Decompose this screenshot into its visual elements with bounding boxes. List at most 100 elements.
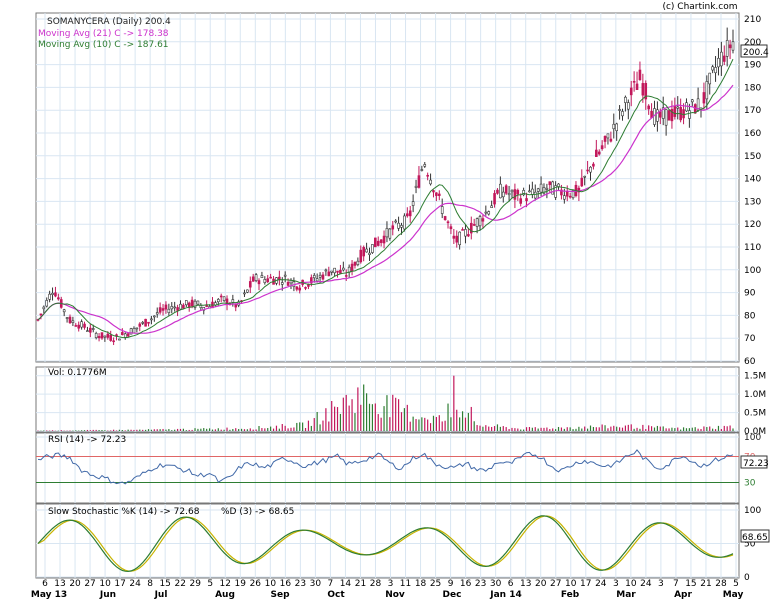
candle-body [455,235,459,243]
price-tick: 150 [744,152,761,162]
candle-body [440,206,444,214]
grid [35,12,740,579]
candle-body [91,328,95,330]
price-tick: 210 [744,15,761,25]
day-tick: 11 [400,579,411,589]
vol-tick: 1.5M [744,372,766,382]
candle-body [499,183,502,199]
candle-body [458,231,461,246]
price-tick: 90 [744,289,756,299]
day-tick: 7 [673,579,679,589]
candle-body [176,307,179,311]
candle-body [467,234,470,237]
rsi-value: 72.23 [743,459,769,469]
rsi-tick: 30 [744,479,756,489]
stock-chart: 6070809010011012013014015016017018019020… [31,2,770,600]
panel-frame [35,432,740,504]
day-tick: 29 [189,579,201,589]
candle-body [504,185,508,194]
candle-body [420,169,424,171]
candle-body [615,123,618,132]
candle-body [62,309,66,313]
candle-body [362,247,365,257]
month-tick: Oct [327,590,345,600]
candle-body [333,267,336,274]
candle-body [397,222,400,229]
candle-body [641,83,645,96]
candle-body [199,305,203,308]
day-tick: 16 [460,579,472,589]
candle-body [379,239,383,243]
candle-body [624,96,627,103]
day-tick: 3 [388,579,394,589]
candle-body [600,145,604,150]
candle-body [219,295,223,298]
price-tick: 120 [744,220,761,230]
candle-body [376,240,380,246]
price-tick: 180 [744,83,761,93]
candle-body [158,307,162,313]
candle-body [141,322,144,324]
candle-body [144,318,147,327]
day-tick: 26 [250,579,262,589]
candle-body [382,235,386,244]
candle-body [109,334,112,341]
candle-body [216,299,220,303]
candle-body [205,305,208,307]
candle-body [68,316,72,324]
day-tick: 20 [69,579,81,589]
candle-body [606,133,610,139]
candle-body [263,279,267,283]
price-tick: 60 [744,357,756,367]
candle-body [533,191,537,199]
candle-body [446,221,450,224]
candle-body [487,211,491,215]
candle-body [496,189,499,194]
candle-body [45,300,49,307]
price-tick: 100 [744,266,761,276]
day-tick: 12 [220,579,231,589]
candle-body [123,333,127,338]
candle-body [629,87,633,96]
day-tick: 30 [310,579,322,589]
candle-body [618,109,621,111]
candle-body [80,321,83,328]
candle-body [251,276,255,282]
month-tick: Aug [215,590,235,600]
candle-body [39,313,43,316]
candle-body [89,327,92,333]
day-tick: 17 [580,579,591,589]
candle-body [283,274,287,277]
candle-body [720,51,723,67]
candle-body [403,215,406,230]
month-tick: Feb [561,590,580,600]
month-tick: May [723,590,744,600]
candle-body [374,237,377,248]
candle-body [269,276,272,279]
day-tick: 24 [129,579,141,589]
vol-tick: 0.5M [744,409,766,419]
stoch-d-label: %D (3) -> 68.65 [221,507,294,517]
candle-body [417,175,421,188]
candle-body [74,325,78,327]
candle-body [435,192,438,196]
candle-body [266,278,270,283]
candle-body [170,306,174,310]
day-tick: 10 [265,579,277,589]
candle-body [359,249,363,263]
candle-body [539,183,543,193]
day-tick: 10 [565,579,577,589]
candle-body [702,92,706,104]
day-tick: 30 [490,579,502,589]
stoch-tick: 0 [744,573,750,583]
candle-body [339,269,342,274]
candle-body [528,190,531,193]
stoch-k-label: Slow Stochastic %K (14) -> 72.68 [48,507,200,517]
candle-body [254,274,258,281]
day-tick: 23 [475,579,486,589]
candle-body [501,191,505,198]
day-tick: 18 [415,579,427,589]
candle-body [353,261,357,266]
candle-body [42,306,46,310]
candle-body [685,102,688,112]
